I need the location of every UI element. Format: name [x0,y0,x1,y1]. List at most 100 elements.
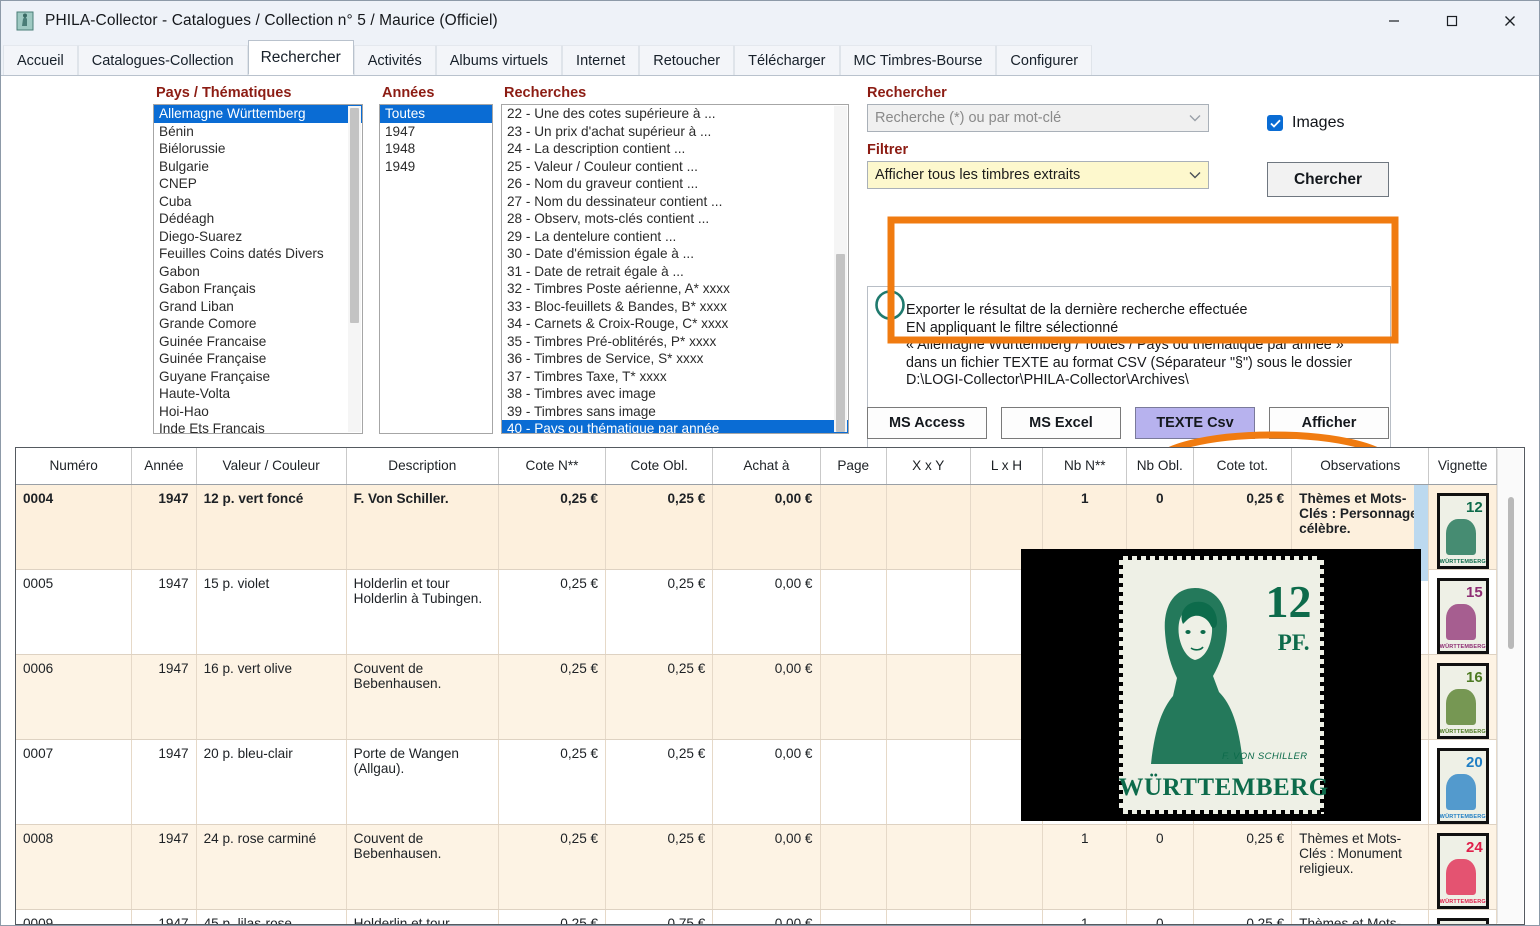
column-header-2[interactable]: Valeur / Couleur [196,448,347,485]
search-item-18[interactable]: 40 - Pays ou thématique par année [502,420,848,433]
column-header-0[interactable]: Numéro [16,448,133,485]
country-item-12[interactable]: Grande Comore [154,315,362,333]
stamp-thumbnail[interactable]: 20 WÜRTTEMBERG [1436,747,1489,823]
searches-scrollbar[interactable] [834,106,847,432]
year-item-3[interactable]: 1949 [380,158,492,176]
cell-vignette[interactable]: 15 WÜRTTEMBERG [1428,569,1497,655]
country-item-15[interactable]: Guyane Française [154,368,362,386]
search-item-13[interactable]: 35 - Timbres Pré-oblitérés, P* xxxx [502,333,848,351]
searches-listbox[interactable]: 22 - Une des cotes supérieure à ... 23 - … [501,104,849,434]
country-item-10[interactable]: Gabon Français [154,280,362,298]
search-item-5[interactable]: 27 - Nom du dessinateur contient ... [502,193,848,211]
column-header-1[interactable]: Année [131,448,197,485]
afficher-button[interactable]: Afficher [1269,407,1389,439]
country-item-0[interactable]: Allemagne Württemberg [154,105,362,123]
column-header-12[interactable]: Cote tot. [1193,448,1293,485]
tab-catalogues-collection[interactable]: Catalogues-Collection [77,45,248,75]
texte-csv-button[interactable]: TEXTE Csv [1135,407,1255,439]
stamp-thumbnail[interactable]: 24 WÜRTTEMBERG [1436,832,1489,908]
tab-retoucher[interactable]: Retoucher [639,45,735,75]
stamp-preview-popup[interactable]: 12 PF. F. VON SCHILLER WÜRTTEMBERG [1021,549,1421,821]
countries-scroll-thumb[interactable] [350,108,359,323]
tab-albums-virtuels[interactable]: Albums virtuels [435,45,563,75]
column-header-7[interactable]: Page [820,448,887,485]
search-item-7[interactable]: 29 - La dentelure contient ... [502,228,848,246]
search-item-10[interactable]: 32 - Timbres Poste aérienne, A* xxxx [502,280,848,298]
country-item-2[interactable]: Biélorussie [154,140,362,158]
country-item-7[interactable]: Diego-Suarez [154,228,362,246]
country-item-8[interactable]: Feuilles Coins datés Divers [154,245,362,263]
country-item-17[interactable]: Hoi-Hao [154,403,362,421]
search-item-15[interactable]: 37 - Timbres Taxe, T* xxxx [502,368,848,386]
table-row[interactable]: 0009 1947 45 p. lilas-rose Holderlin et tou… [16,909,1497,924]
column-header-10[interactable]: Nb N** [1042,448,1128,485]
search-item-8[interactable]: 30 - Date d'émission égale à ... [502,245,848,263]
keyword-search-combo[interactable]: Recherche (*) ou par mot-clé [867,104,1209,132]
country-item-16[interactable]: Haute-Volta [154,385,362,403]
search-item-3[interactable]: 25 - Valeur / Couleur contient ... [502,158,848,176]
table-scrollbar[interactable] [1497,449,1523,923]
stamp-thumbnail[interactable]: 16 WÜRTTEMBERG [1436,662,1489,738]
column-header-3[interactable]: Description [346,448,499,485]
images-checkbox-group[interactable]: Images [1267,114,1344,132]
cell-vignette[interactable]: 20 WÜRTTEMBERG [1428,739,1497,825]
search-item-16[interactable]: 38 - Timbres avec image [502,385,848,403]
close-button[interactable] [1481,1,1539,41]
column-header-9[interactable]: L x H [970,448,1044,485]
search-item-6[interactable]: 28 - Observ, mots-clés contient ... [502,210,848,228]
search-item-17[interactable]: 39 - Timbres sans image [502,403,848,421]
column-header-4[interactable]: Cote N** [498,448,607,485]
stamp-thumbnail[interactable]: 12 WÜRTTEMBERG [1436,492,1489,568]
maximize-button[interactable] [1423,1,1481,41]
tab-internet[interactable]: Internet [562,45,640,75]
years-listbox[interactable]: Toutes 1947 1948 1949 [379,104,493,434]
country-item-3[interactable]: Bulgarie [154,158,362,176]
countries-listbox[interactable]: Allemagne Württemberg Bénin Biélorussie Bul… [153,104,363,434]
ms-excel-button[interactable]: MS Excel [1001,407,1121,439]
search-item-12[interactable]: 34 - Carnets & Croix-Rouge, C* xxxx [502,315,848,333]
search-item-11[interactable]: 33 - Bloc-feuillets & Bandes, B* xxxx [502,298,848,316]
ms-access-button[interactable]: MS Access [867,407,987,439]
search-item-1[interactable]: 23 - Un prix d'achat supérieur à ... [502,123,848,141]
tab-mc-timbres-bourse[interactable]: MC Timbres-Bourse [839,45,997,75]
search-item-9[interactable]: 31 - Date de retrait égale à ... [502,263,848,281]
search-item-14[interactable]: 36 - Timbres de Service, S* xxxx [502,350,848,368]
column-header-6[interactable]: Achat à [712,448,821,485]
country-item-4[interactable]: CNEP [154,175,362,193]
chercher-button[interactable]: Chercher [1267,162,1389,197]
table-scroll-thumb[interactable] [1508,497,1514,649]
cell-vignette[interactable]: 12 WÜRTTEMBERG [1428,484,1497,570]
country-item-18[interactable]: Inde Ets Français [154,420,362,433]
column-header-5[interactable]: Cote Obl. [605,448,714,485]
stamp-thumbnail[interactable]: 15 WÜRTTEMBERG [1436,577,1489,653]
year-item-1[interactable]: 1947 [380,123,492,141]
tab-rechercher[interactable]: Rechercher [247,40,354,75]
column-header-14[interactable]: Vignette [1428,448,1497,485]
tab-configurer[interactable]: Configurer [996,45,1093,75]
filter-combo[interactable]: Afficher tous les timbres extraits [867,161,1209,189]
countries-scrollbar[interactable] [348,106,361,432]
tab-accueil[interactable]: Accueil [3,45,78,75]
country-item-13[interactable]: Guinée Francaise [154,333,362,351]
search-item-4[interactable]: 26 - Nom du graveur contient ... [502,175,848,193]
year-item-2[interactable]: 1948 [380,140,492,158]
country-item-14[interactable]: Guinée Française [154,350,362,368]
tab-activites[interactable]: Activités [353,45,436,75]
column-header-13[interactable]: Observations [1291,448,1430,485]
tab-telecharger[interactable]: Télécharger [734,45,840,75]
column-header-11[interactable]: Nb Obl. [1126,448,1194,485]
cell-vignette[interactable]: 45WÜRTTEMBERG [1428,909,1497,924]
country-item-6[interactable]: Dédéagh [154,210,362,228]
images-checkbox[interactable] [1267,115,1283,131]
minimize-button[interactable] [1365,1,1423,41]
country-item-5[interactable]: Cuba [154,193,362,211]
searches-scroll-thumb[interactable] [836,254,845,432]
table-row[interactable]: 0008 1947 24 p. rose carminé Couvent de Beb… [16,824,1497,910]
column-header-8[interactable]: X x Y [886,448,971,485]
cell-vignette[interactable]: 16 WÜRTTEMBERG [1428,654,1497,740]
search-item-2[interactable]: 24 - La description contient ... [502,140,848,158]
country-item-11[interactable]: Grand Liban [154,298,362,316]
cell-vignette[interactable]: 24 WÜRTTEMBERG [1428,824,1497,910]
country-item-9[interactable]: Gabon [154,263,362,281]
country-item-1[interactable]: Bénin [154,123,362,141]
